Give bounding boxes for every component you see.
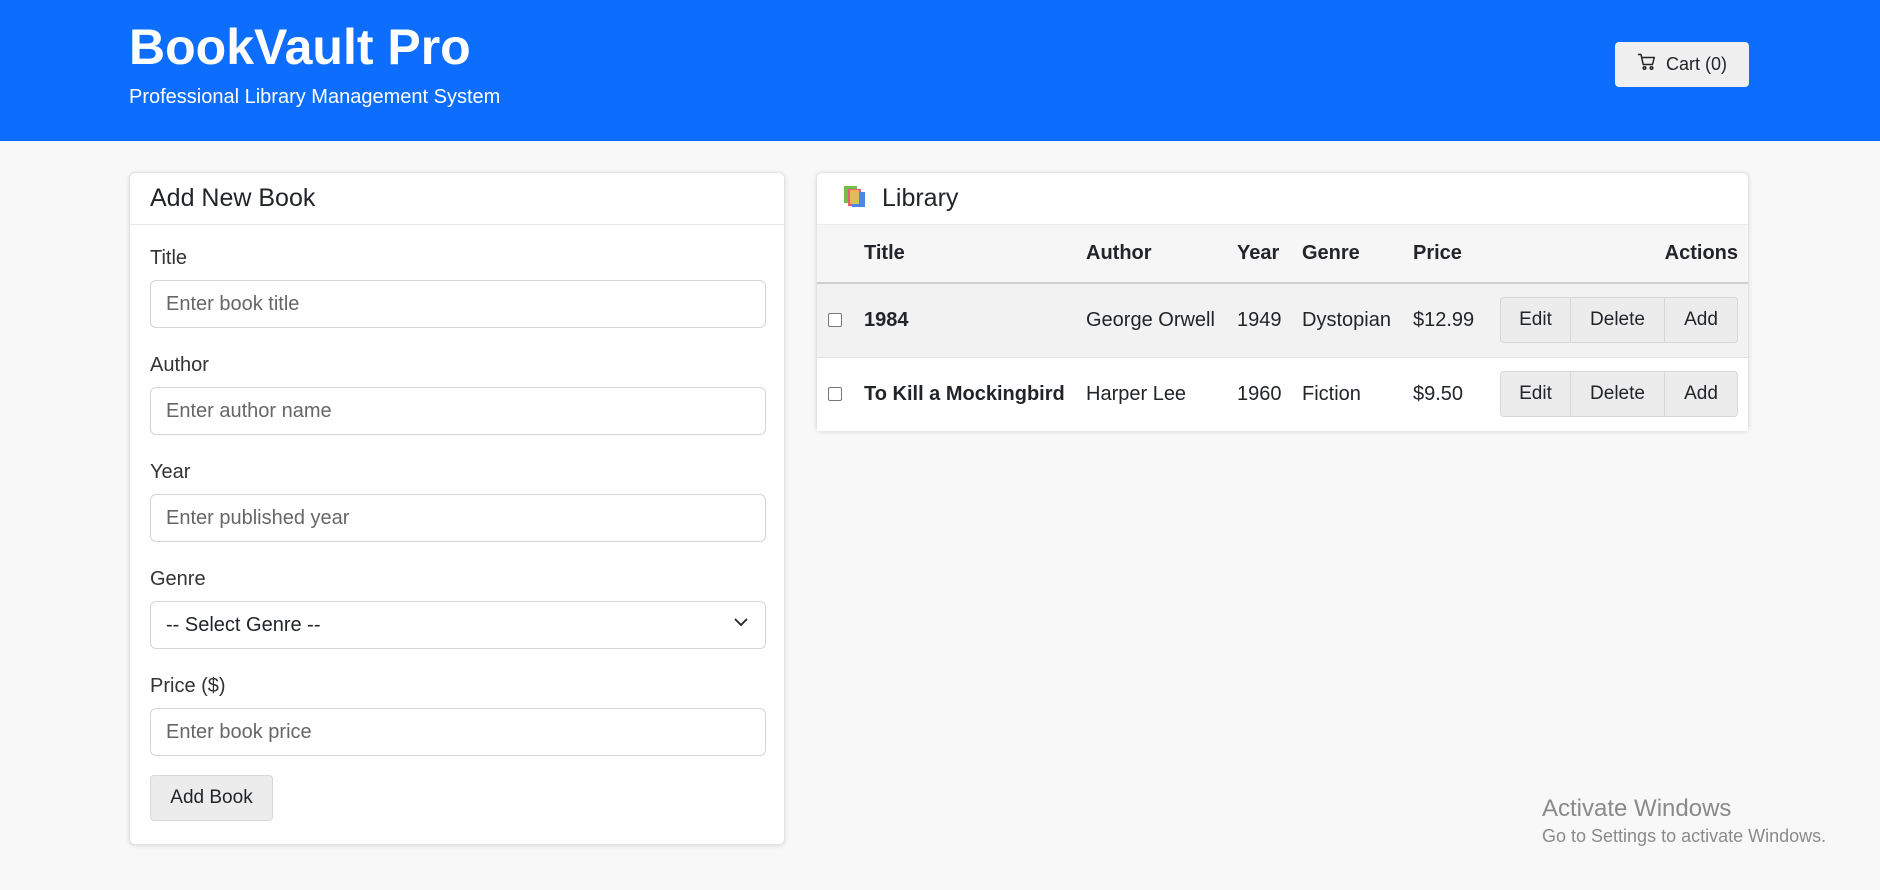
price-label: Price ($)	[150, 675, 226, 697]
books-table: Title Author Year Genre Price Actions 19…	[817, 225, 1748, 431]
select-column-header	[817, 225, 864, 284]
book-year-cell: 1960	[1237, 357, 1302, 431]
row-checkbox[interactable]	[828, 313, 842, 328]
activate-windows-watermark: Activate Windows Go to Settings to activ…	[1542, 794, 1826, 848]
book-title-cell: 1984	[864, 283, 1086, 358]
cart-button[interactable]: Cart (0)	[1615, 42, 1749, 87]
column-header-actions: Actions	[1499, 225, 1748, 284]
edit-button[interactable]: Edit	[1501, 372, 1571, 417]
genre-label: Genre	[150, 568, 206, 590]
add-book-card: Add New Book Title Author Year Genre -- …	[129, 172, 785, 845]
book-price-cell: $12.99	[1413, 283, 1499, 358]
book-author-cell: Harper Lee	[1086, 357, 1237, 431]
column-header-title: Title	[864, 225, 1086, 284]
delete-button[interactable]: Delete	[1571, 298, 1665, 343]
author-label: Author	[150, 354, 209, 376]
row-checkbox[interactable]	[828, 387, 842, 402]
title-label: Title	[150, 247, 188, 269]
column-header-genre: Genre	[1302, 225, 1413, 284]
chevron-down-icon	[732, 613, 750, 637]
table-row: 1984 George Orwell 1949 Dystopian $12.99…	[817, 283, 1748, 358]
library-title: Library	[882, 184, 959, 212]
year-input[interactable]	[150, 494, 766, 542]
author-input[interactable]	[150, 387, 766, 435]
price-input[interactable]	[150, 708, 766, 756]
watermark-title: Activate Windows	[1542, 795, 1732, 822]
book-author-cell: George Orwell	[1086, 283, 1237, 358]
book-title-cell: To Kill a Mockingbird	[864, 357, 1086, 431]
genre-select[interactable]: -- Select Genre --	[150, 601, 766, 649]
genre-selected-value: -- Select Genre --	[166, 613, 321, 636]
column-header-price: Price	[1413, 225, 1499, 284]
delete-button[interactable]: Delete	[1571, 372, 1665, 417]
table-row: To Kill a Mockingbird Harper Lee 1960 Fi…	[817, 357, 1748, 431]
column-header-year: Year	[1237, 225, 1302, 284]
books-icon	[842, 181, 870, 216]
cart-icon	[1637, 52, 1657, 77]
add-book-button[interactable]: Add Book	[150, 775, 273, 821]
row-actions: Edit Delete Add	[1500, 371, 1738, 418]
add-to-cart-button[interactable]: Add	[1665, 372, 1737, 417]
book-year-cell: 1949	[1237, 283, 1302, 358]
app-title: BookVault Pro	[129, 19, 471, 75]
library-header: Library	[817, 173, 1748, 225]
book-price-cell: $9.50	[1413, 357, 1499, 431]
cart-label: Cart (0)	[1665, 54, 1727, 74]
add-book-heading: Add New Book	[130, 173, 784, 225]
table-header-row: Title Author Year Genre Price Actions	[817, 225, 1748, 284]
title-input[interactable]	[150, 280, 766, 328]
column-header-author: Author	[1086, 225, 1237, 284]
book-genre-cell: Fiction	[1302, 357, 1413, 431]
library-card: Library Title Author Year Genre Price Ac…	[816, 172, 1749, 431]
watermark-subtitle: Go to Settings to activate Windows.	[1542, 826, 1827, 846]
add-to-cart-button[interactable]: Add	[1665, 298, 1737, 343]
edit-button[interactable]: Edit	[1501, 298, 1571, 343]
app-header: BookVault Pro Professional Library Manag…	[0, 0, 1880, 141]
app-subtitle: Professional Library Management System	[129, 86, 501, 108]
book-genre-cell: Dystopian	[1302, 283, 1413, 358]
year-label: Year	[150, 461, 191, 483]
row-actions: Edit Delete Add	[1500, 297, 1738, 344]
